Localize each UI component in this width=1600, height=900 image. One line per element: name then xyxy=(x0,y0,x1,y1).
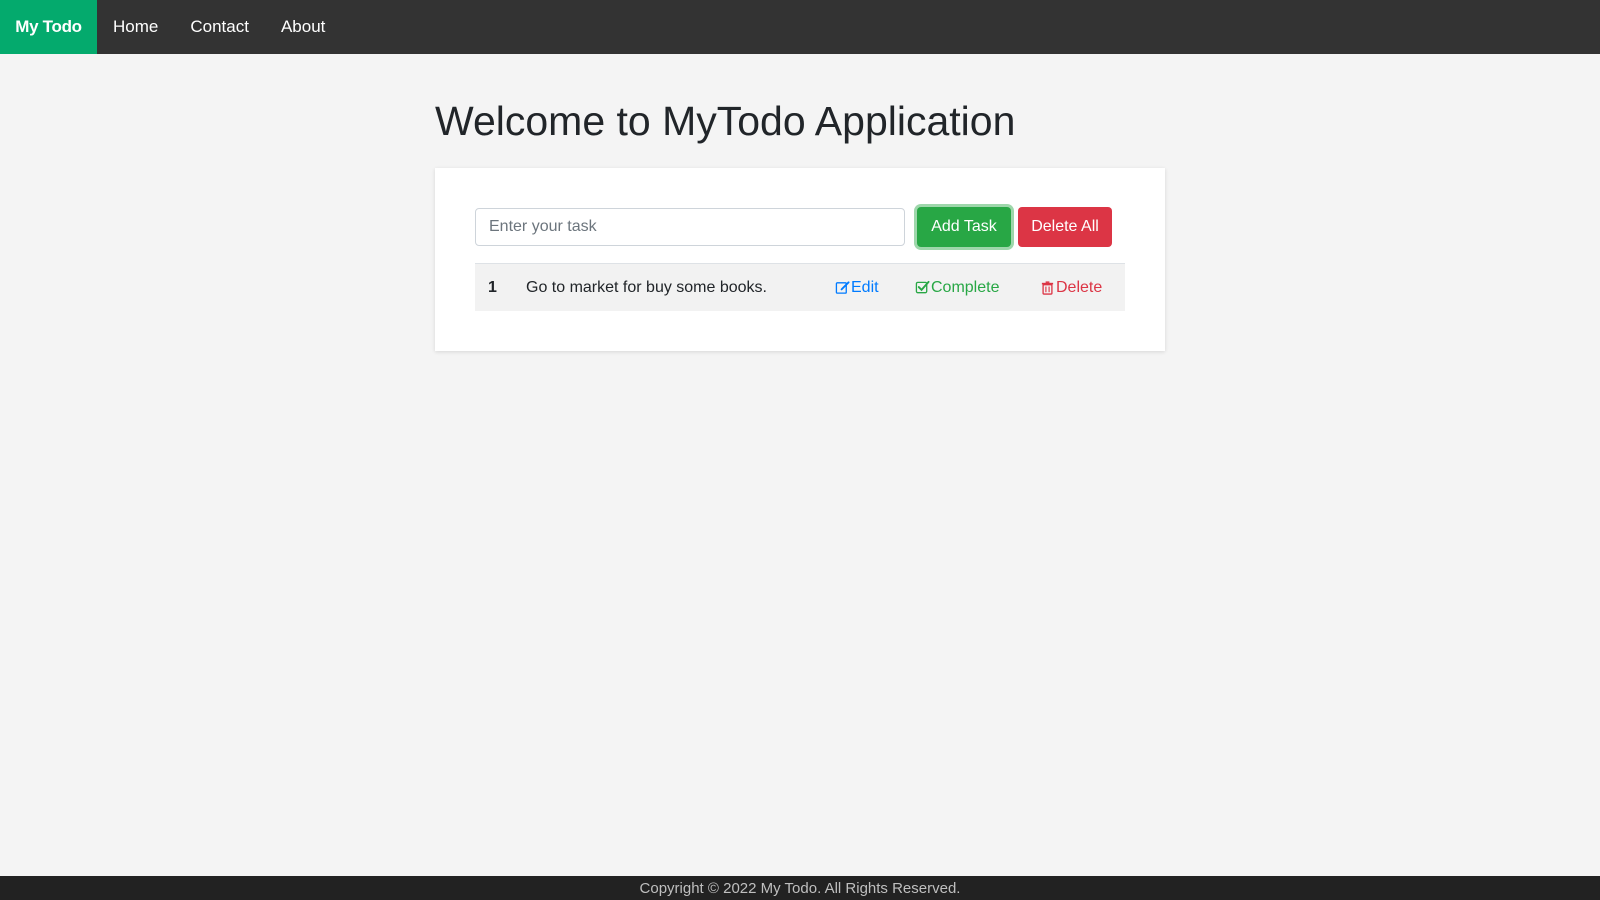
nav-contact-link[interactable]: Contact xyxy=(174,0,265,54)
trash-icon xyxy=(1041,281,1054,295)
add-task-button[interactable]: Add Task xyxy=(917,207,1011,247)
footer: Copyright © 2022 My Todo. All Rights Res… xyxy=(0,876,1600,900)
delete-all-button[interactable]: Delete All xyxy=(1018,207,1112,247)
nav-about-link[interactable]: About xyxy=(265,0,341,54)
todo-card: Add Task Delete All 1 Go to market for b… xyxy=(435,168,1165,351)
nav-home-link[interactable]: Home xyxy=(97,0,174,54)
delete-task-button[interactable]: Delete xyxy=(1040,279,1102,297)
complete-task-button[interactable]: Complete xyxy=(915,279,999,297)
edit-task-button[interactable]: Edit xyxy=(835,279,879,297)
task-input[interactable] xyxy=(475,208,905,246)
page-title: Welcome to MyTodo Application xyxy=(435,98,1016,144)
task-number: 1 xyxy=(488,278,497,296)
copyright-text: Copyright © 2022 My Todo. All Rights Res… xyxy=(639,879,961,897)
brand-logo[interactable]: My Todo xyxy=(0,0,97,54)
edit-label: Edit xyxy=(851,278,879,296)
complete-label: Complete xyxy=(931,278,1000,296)
check-square-icon xyxy=(915,280,930,294)
navbar: My Todo Home Contact About xyxy=(0,0,1600,54)
task-row: 1 Go to market for buy some books. Edit … xyxy=(475,263,1125,311)
task-text: Go to market for buy some books. xyxy=(526,278,767,296)
edit-icon xyxy=(835,281,850,294)
delete-label: Delete xyxy=(1056,278,1103,296)
